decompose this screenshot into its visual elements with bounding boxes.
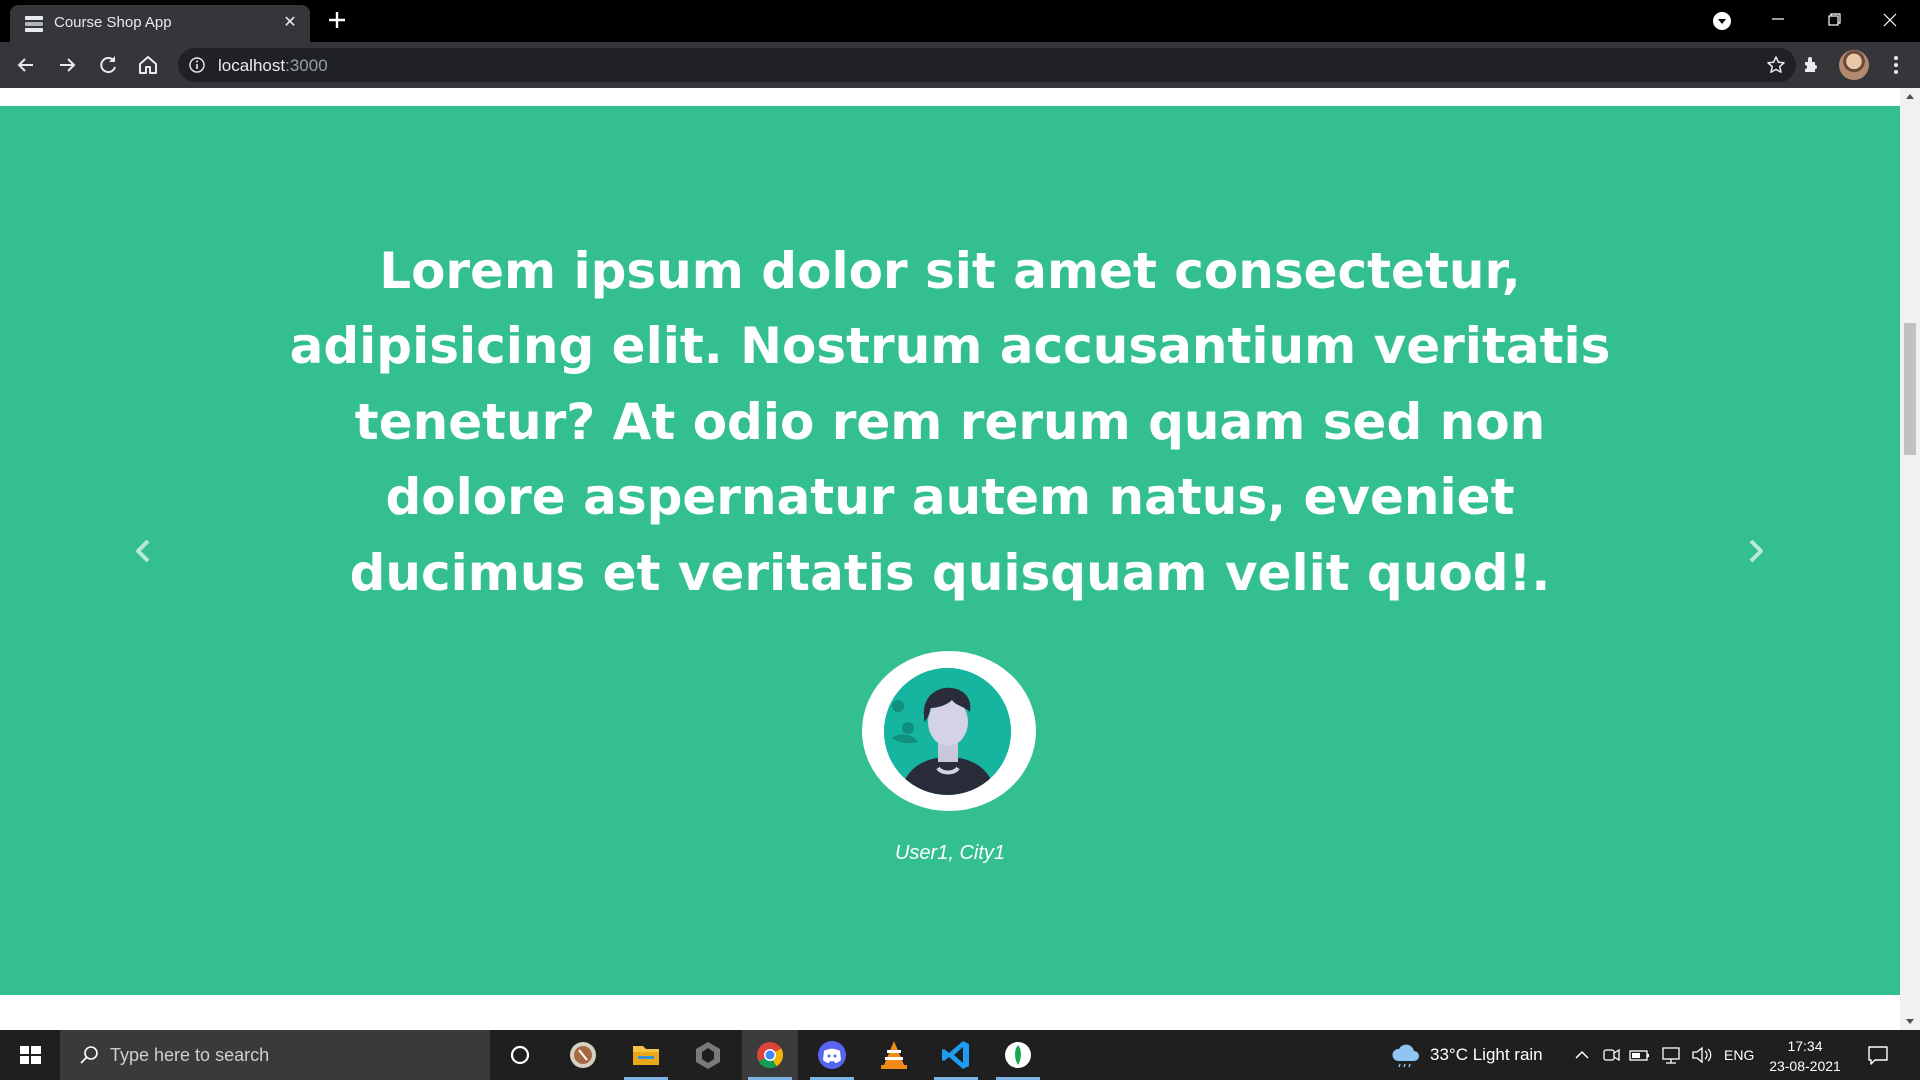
page-viewport: Lorem ipsum dolor sit amet consectetur, … [0,88,1900,1030]
clock-date: 23-08-2021 [1769,1058,1841,1074]
app-icon[interactable] [555,1030,611,1080]
search-icon [80,1046,98,1064]
bookmark-star-icon[interactable] [1766,55,1786,75]
battery-icon[interactable] [1628,1030,1652,1080]
windows-start-icon[interactable] [0,1030,60,1080]
network-icon[interactable] [1660,1030,1684,1080]
browser-menu-icon[interactable] [1884,53,1908,77]
browser-tab[interactable]: Course Shop App ✕ [10,5,310,42]
discord-icon [818,1041,846,1069]
vlc-icon[interactable] [866,1030,922,1080]
user-avatar-icon [884,668,1011,795]
cortana-icon[interactable] [492,1030,548,1080]
url-port: :3000 [285,56,328,75]
chrome-icon [757,1042,784,1069]
clock-time: 17:34 [1787,1038,1823,1054]
windows-taskbar: Type here to search 33°C Light rain ENG … [0,1030,1920,1080]
testimonial-avatar [862,651,1036,811]
site-info-icon[interactable] [188,56,206,74]
restore-icon[interactable] [1806,0,1862,42]
search-placeholder: Type here to search [110,1045,270,1065]
testimonial-quote: Lorem ipsum dolor sit amet consectetur, … [289,242,1611,602]
scroll-thumb[interactable] [1904,323,1916,455]
tab-title: Course Shop App [54,14,172,31]
url-host: localhost [218,56,286,75]
file-explorer-icon [633,1046,659,1065]
tab-close-icon[interactable]: ✕ [280,13,300,33]
testimonial-carousel: Lorem ipsum dolor sit amet consectetur, … [0,106,1900,995]
close-window-icon[interactable] [1862,0,1918,42]
weather-cloud-icon[interactable] [1390,1030,1422,1080]
weather-text[interactable]: 33°C Light rain [1430,1045,1543,1065]
reload-icon[interactable] [96,53,120,77]
carousel-next-icon[interactable] [1743,536,1769,566]
discord-button[interactable] [804,1030,860,1080]
mongodb-compass-button[interactable] [990,1030,1046,1080]
taskbar-clock[interactable]: 17:34 23-08-2021 [1766,1036,1844,1076]
vscode-icon [942,1041,969,1069]
new-tab-icon[interactable] [326,9,348,31]
scroll-up-arrow-icon[interactable] [1906,94,1914,99]
meet-now-icon[interactable] [1600,1030,1622,1080]
forward-icon[interactable] [55,53,79,77]
address-bar[interactable]: localhost:3000 [178,48,1796,82]
page-scrollbar[interactable] [1900,88,1920,1030]
browser-toolbar: localhost:3000 [0,42,1920,88]
volume-icon[interactable] [1690,1030,1714,1080]
browser-titlebar: Course Shop App ✕ [0,0,1920,42]
unity-icon[interactable] [680,1030,736,1080]
course-shop-favicon-icon [25,16,43,32]
vscode-button[interactable] [928,1030,984,1080]
tray-chevron-up-icon[interactable] [1572,1030,1592,1080]
mongodb-compass-icon [1005,1042,1031,1068]
input-language[interactable]: ENG [1724,1047,1754,1063]
back-icon[interactable] [14,53,38,77]
profile-avatar[interactable] [1839,50,1869,80]
minimize-icon[interactable] [1750,0,1806,42]
scroll-down-arrow-icon[interactable] [1906,1019,1914,1024]
home-icon[interactable] [136,53,160,77]
url-text: localhost:3000 [218,56,328,76]
media-control-icon[interactable] [1694,0,1750,42]
notification-icon[interactable] [1866,1043,1890,1067]
testimonial-author: User1, City1 [894,842,1006,864]
carousel-prev-icon[interactable] [130,536,156,566]
taskbar-search-input[interactable]: Type here to search [60,1030,490,1080]
chrome-button[interactable] [742,1030,798,1080]
file-explorer-button[interactable] [618,1030,674,1080]
extensions-puzzle-icon[interactable] [1800,53,1824,77]
